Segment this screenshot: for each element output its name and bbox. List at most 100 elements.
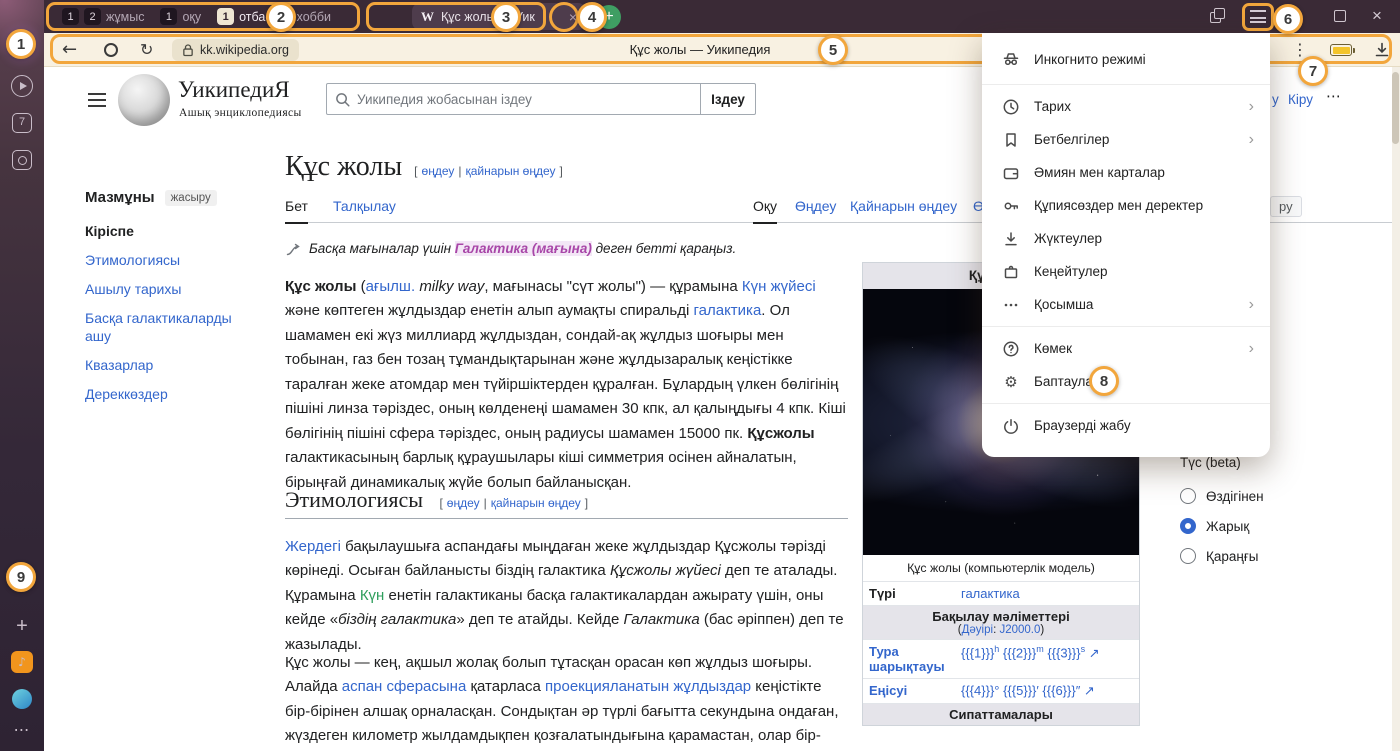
color-option-auto[interactable]: Өздігінен [1180, 488, 1264, 504]
battery-saver-icon[interactable] [1330, 44, 1352, 56]
downloads-toolbar-icon[interactable] [1372, 40, 1392, 60]
menu-item-settings[interactable]: ⚙ Баптаулар [982, 365, 1270, 398]
menu-item-more[interactable]: Қосымша › [982, 288, 1270, 321]
music-icon[interactable]: ♪ [11, 651, 33, 673]
edit-link[interactable]: өңдеу [447, 496, 480, 510]
edit-source-link[interactable]: қайнарын өңдеу [491, 496, 581, 510]
text-link[interactable]: Галактика (мағына) [455, 241, 592, 256]
color-option-light[interactable]: Жарық [1180, 518, 1264, 534]
callout-1: 1 [6, 29, 36, 59]
text-link[interactable]: Күн жүйесі [742, 278, 816, 295]
browser-menu-button[interactable] [1250, 10, 1266, 23]
infobox-epoch: (Дәуірі: J2000.0) [867, 624, 1135, 636]
messenger-icon[interactable] [12, 689, 32, 709]
tab-fragment-right[interactable]: ру [1270, 196, 1302, 217]
back-icon[interactable]: ← [62, 39, 77, 60]
radio-icon[interactable] [1180, 548, 1196, 564]
menu-item-close-browser[interactable]: Браузерді жабу [982, 409, 1270, 442]
scrollbar-thumb[interactable] [1392, 72, 1399, 144]
settings-gear-icon: ⚙ [1002, 373, 1020, 391]
bracket: [ [414, 164, 417, 178]
close-window-icon[interactable]: × [1372, 5, 1382, 27]
callout-7: 7 [1298, 56, 1328, 86]
tab-page[interactable]: Бет [285, 198, 308, 224]
color-option-dark[interactable]: Қараңғы [1180, 548, 1264, 564]
sidebar-more-icon[interactable]: ⋯ [14, 720, 31, 739]
callout-9: 9 [6, 562, 36, 592]
tab-edit-source[interactable]: Қайнарын өңдеу [850, 198, 957, 222]
text-link[interactable]: Дәуірі [962, 624, 993, 636]
ra-value[interactable]: {{{1}}}h {{{2}}}m {{{3}}}s ↗ [961, 644, 1133, 674]
toc-item-other-galaxies[interactable]: Басқа галактикаларды ашу [85, 309, 257, 345]
toc-item-sources[interactable]: Дереккөздер [85, 385, 257, 403]
radio-icon-selected[interactable] [1180, 518, 1196, 534]
downloads-icon [1002, 230, 1020, 248]
toc-item-quasars[interactable]: Квазарлар [85, 356, 257, 374]
toolbar-kebab-icon[interactable]: ⋮ [1292, 40, 1308, 59]
sidebar-add-icon[interactable]: + [16, 616, 28, 636]
wikipedia-wordmark[interactable]: УикипедиЯ [178, 77, 290, 103]
edit-link[interactable]: өңдеу [422, 164, 455, 178]
video-player-icon[interactable] [11, 75, 33, 97]
menu-item-passwords[interactable]: Құпиясөздер мен деректер [982, 189, 1270, 222]
header-more-icon[interactable]: ⋯ [1326, 87, 1341, 105]
text-link[interactable]: проекцияланатын жұлдыздар [545, 678, 751, 695]
toc-item-etymology[interactable]: Этимологиясы [85, 251, 257, 269]
menu-item-label: Қосымша [1034, 297, 1093, 312]
url-chip[interactable]: kk.wikipedia.org [172, 39, 299, 61]
menu-item-incognito[interactable]: Инкогнито режимі [982, 39, 1270, 79]
menu-separator [982, 403, 1270, 404]
numbered-badge-icon[interactable]: 7 [12, 113, 32, 133]
toc-item-intro[interactable]: Кіріспе [85, 222, 257, 240]
tab-talk[interactable]: Талқылау [333, 198, 396, 222]
toolbar-page-title: Құс жолы — Уикипедия [630, 42, 771, 57]
restore-window-icon[interactable] [1334, 10, 1346, 22]
text-link[interactable]: Күн [360, 587, 385, 604]
edit-source-link[interactable]: қайнарын өңдеу [465, 164, 555, 178]
menu-item-downloads[interactable]: Жүктеулер [982, 222, 1270, 255]
article-paragraph: Құс жолы — кең, ақшыл жолақ болып тұтасқ… [285, 651, 848, 751]
screenshot-icon[interactable] [12, 150, 32, 170]
tab-panels-icon[interactable] [1210, 8, 1227, 25]
ra-label-link[interactable]: Тура шарықтауы [869, 644, 961, 674]
dec-label-link[interactable]: Еңісуі [869, 683, 961, 699]
menu-item-bookmarks[interactable]: Бетбелгілер › [982, 123, 1270, 156]
tab-group-hobby[interactable]: хобби [289, 10, 339, 24]
menu-item-extensions[interactable]: Кеңейтулер [982, 255, 1270, 288]
tab-edit[interactable]: Өңдеу [795, 198, 836, 222]
login-link[interactable]: Кіру [1288, 92, 1313, 107]
tab-group-badge: 2 [84, 8, 101, 25]
tab-close-icon[interactable]: × [569, 9, 577, 25]
radio-icon[interactable] [1180, 488, 1196, 504]
table-of-contents: Мазмұны жасыру Кіріспе Этимологиясы Ашыл… [85, 189, 257, 414]
menu-separator [982, 84, 1270, 85]
text-link[interactable]: J2000.0 [999, 624, 1040, 636]
reload-icon[interactable]: ↻ [140, 40, 153, 59]
tab-read[interactable]: Оқу [753, 198, 777, 224]
text-link[interactable]: Жердегі [285, 538, 341, 555]
wiki-menu-icon[interactable] [88, 93, 106, 107]
search-button[interactable]: Іздеу [700, 83, 756, 115]
menu-item-help[interactable]: Көмек › [982, 332, 1270, 365]
wikipedia-logo[interactable] [118, 74, 170, 126]
extensions-icon [1002, 263, 1020, 281]
article-paragraph: Құс жолы (ағылш. milky way, мағынасы "сү… [285, 275, 848, 495]
scrollbar-track [1392, 67, 1400, 751]
text-link[interactable]: ағылш. [366, 278, 416, 295]
yandex-search-icon[interactable] [104, 43, 118, 57]
tab-group-badge: 1 [62, 8, 79, 25]
tab-group-work[interactable]: 1 2 жұмыс [54, 8, 152, 25]
galaxy-link[interactable]: галактика [961, 586, 1133, 601]
wikipedia-favicon: W [421, 9, 434, 25]
register-link-fragment[interactable]: у [1272, 92, 1279, 107]
toc-hide-button[interactable]: жасыру [165, 190, 217, 206]
text-link[interactable]: аспан сферасына [342, 678, 467, 695]
menu-item-history[interactable]: Тарих › [982, 90, 1270, 123]
search-input[interactable] [357, 92, 692, 107]
dec-value[interactable]: {{{4}}}° {{{5}}}′ {{{6}}}″ ↗ [961, 683, 1133, 699]
menu-item-wallet[interactable]: Әмиян мен карталар [982, 156, 1270, 189]
toc-item-discovery[interactable]: Ашылу тарихы [85, 280, 257, 298]
text-link[interactable]: галактика [694, 302, 762, 319]
tab-group-study[interactable]: 1 оқу [152, 8, 209, 25]
tab-group-badge-active: 1 [217, 8, 234, 25]
